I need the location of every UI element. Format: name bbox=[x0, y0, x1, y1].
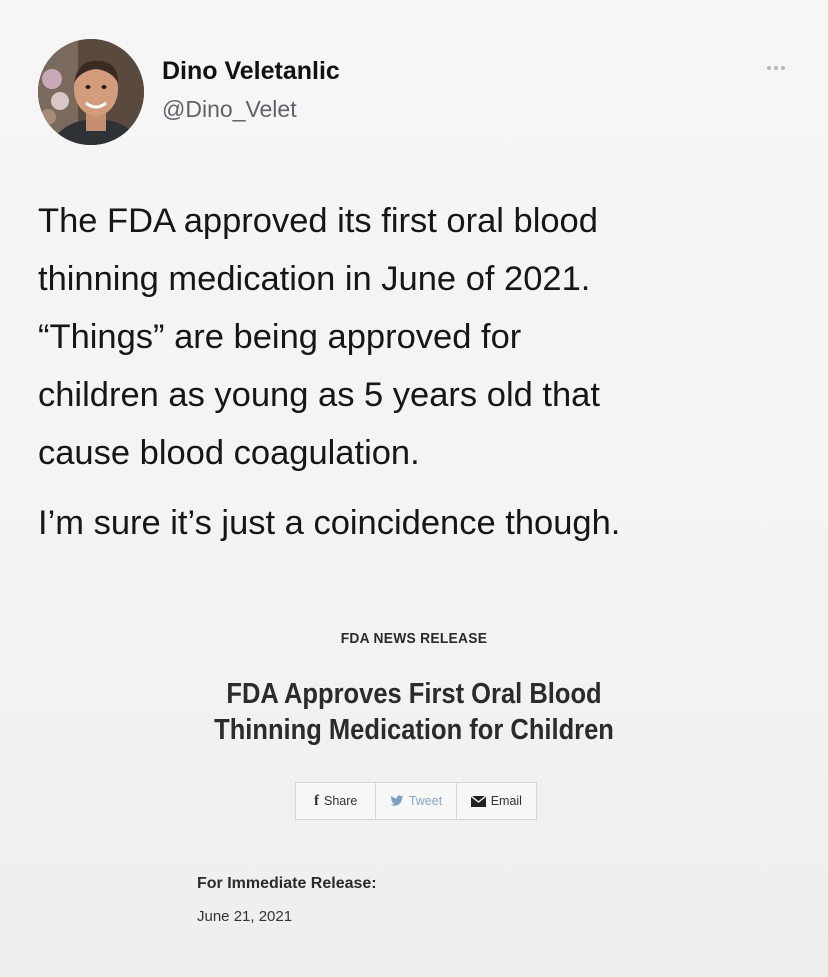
avatar-photo-icon bbox=[38, 39, 144, 145]
release-date: June 21, 2021 bbox=[197, 908, 293, 925]
tweet-text: The FDA approved its first oral blood th… bbox=[38, 192, 798, 552]
tweet-text-line-final: I’m sure it’s just a coincidence though. bbox=[38, 504, 621, 542]
fda-headline-line: Thinning Medication for Children bbox=[214, 714, 614, 746]
tweet-text-line: cause blood coagulation. bbox=[38, 434, 420, 472]
twitter-bird-icon bbox=[390, 795, 404, 806]
tweet-card: Dino Veletanlic @Dino_Velet The FDA appr… bbox=[0, 0, 828, 977]
author-name[interactable]: Dino Veletanlic bbox=[162, 57, 340, 86]
share-bar: f Share Tweet Email bbox=[295, 782, 537, 820]
tweet-label: Tweet bbox=[408, 794, 443, 808]
fda-news-kicker: FDA NEWS RELEASE bbox=[340, 630, 488, 647]
share-label: Share bbox=[323, 794, 358, 808]
more-options-icon bbox=[767, 66, 771, 70]
release-label: For Immediate Release: bbox=[197, 875, 377, 892]
facebook-icon: f bbox=[313, 792, 319, 809]
envelope-icon bbox=[470, 795, 486, 807]
fda-headline: FDA Approves First Oral Blood Thinning M… bbox=[50, 676, 779, 748]
tweet-text-line: “Things” are being approved for bbox=[38, 318, 522, 356]
more-options-dot bbox=[781, 66, 785, 70]
more-options-button[interactable] bbox=[756, 58, 796, 78]
fda-news-screenshot[interactable]: FDA NEWS RELEASE FDA Approves First Oral… bbox=[0, 590, 828, 977]
author-handle[interactable]: @Dino_Velet bbox=[162, 96, 297, 123]
facebook-share-button[interactable]: f Share bbox=[296, 783, 377, 819]
fda-headline-line: FDA Approves First Oral Blood bbox=[226, 678, 602, 710]
email-label: Email bbox=[490, 794, 522, 808]
tweet-text-line: children as young as 5 years old that bbox=[38, 376, 600, 414]
tweet-text-line: The FDA approved its first oral blood bbox=[38, 202, 598, 240]
author-avatar[interactable] bbox=[38, 39, 144, 145]
tweet-text-line: thinning medication in June of 2021. bbox=[38, 260, 591, 298]
tweet-share-button[interactable]: Tweet bbox=[376, 783, 457, 819]
more-options-dot bbox=[774, 66, 778, 70]
email-share-button[interactable]: Email bbox=[457, 783, 536, 819]
